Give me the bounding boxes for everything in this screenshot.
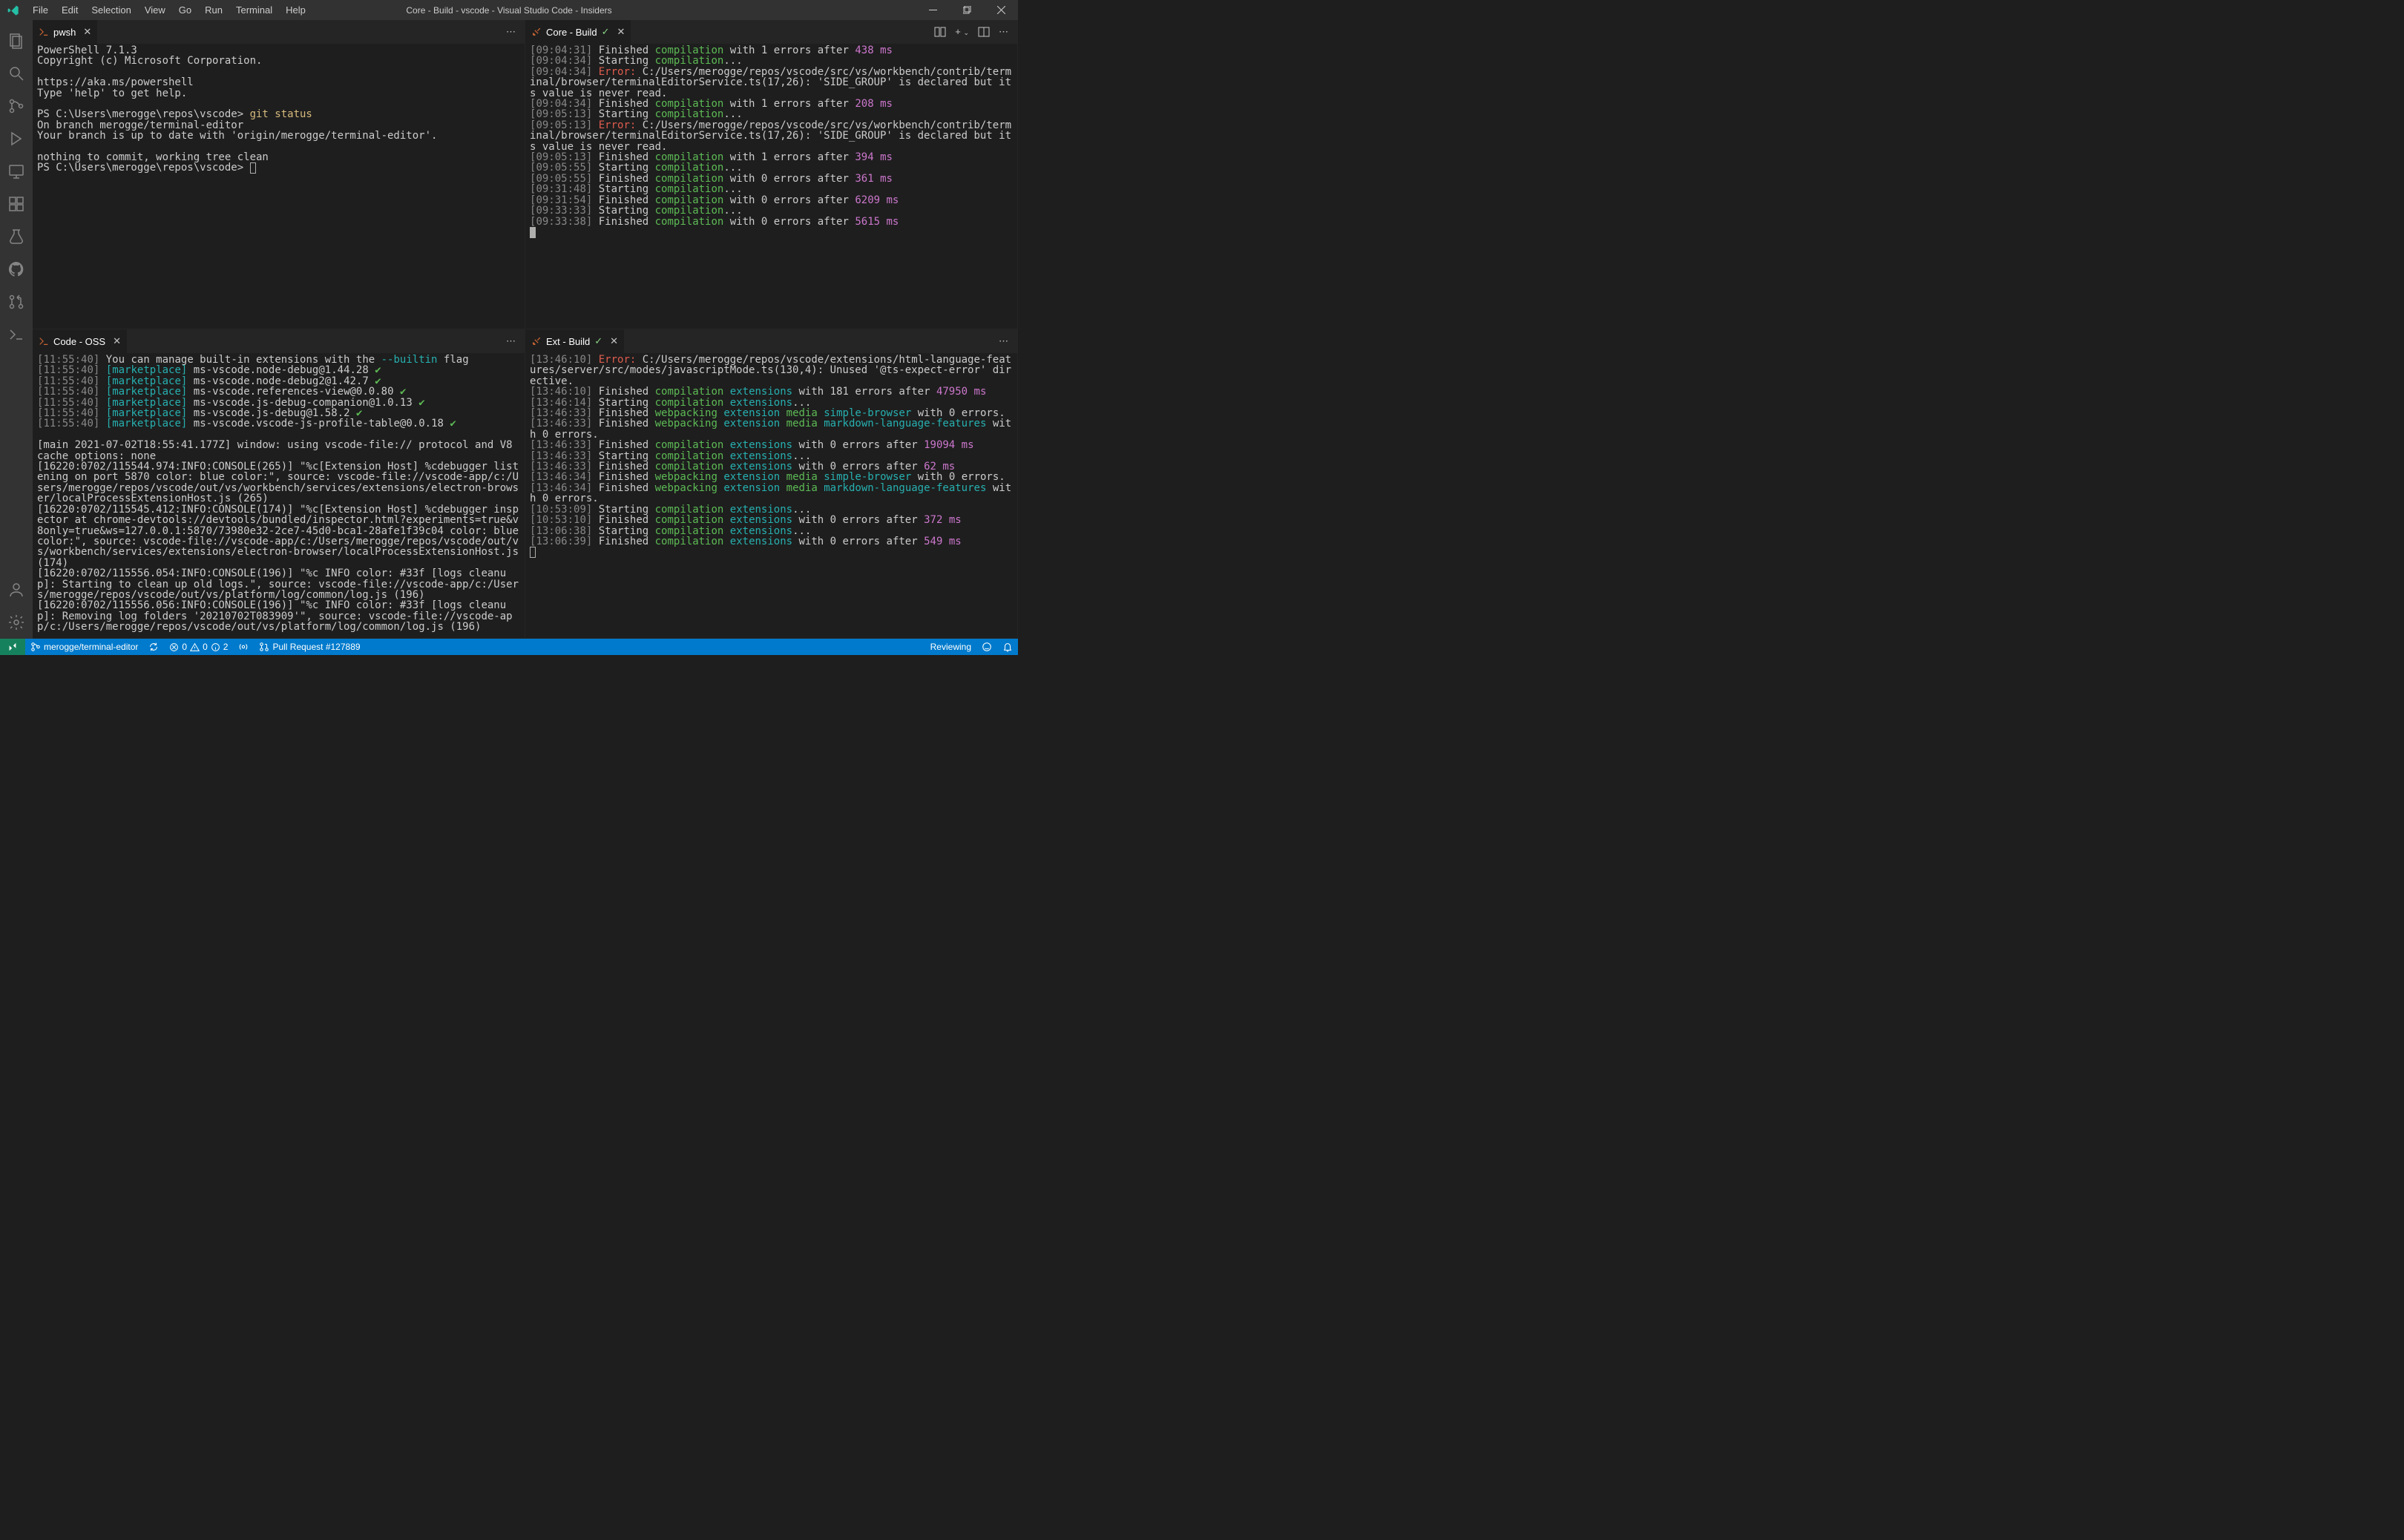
tools-icon	[531, 336, 542, 346]
terminal-pane-pwsh: pwsh ✕ ⋯ PowerShell 7.1.3 Copyright (c) …	[33, 20, 525, 329]
menu-selection[interactable]: Selection	[85, 0, 137, 20]
tabs-bar: Ext - Build ✓ ✕ ⋯	[525, 329, 1017, 353]
tab-label: Ext - Build	[546, 336, 590, 347]
terminal-content[interactable]: [09:04:31] Finished compilation with 1 e…	[525, 44, 1017, 329]
run-debug-icon[interactable]	[0, 122, 33, 155]
terminal-content[interactable]: [13:46:10] Error: C:/Users/merogge/repos…	[525, 353, 1017, 638]
statusbar: merogge/terminal-editor 0 0 2 Pull Reque…	[0, 639, 1018, 655]
more-icon[interactable]: ⋯	[999, 26, 1008, 38]
menu-edit[interactable]: Edit	[55, 0, 85, 20]
terminal-icon	[39, 336, 49, 346]
extensions-icon[interactable]	[0, 188, 33, 220]
terminal-icon	[39, 27, 49, 37]
menu-terminal[interactable]: Terminal	[229, 0, 279, 20]
status-reviewing[interactable]: Reviewing	[925, 642, 976, 652]
status-branch[interactable]: merogge/terminal-editor	[25, 639, 143, 655]
diff-icon[interactable]	[934, 26, 946, 38]
status-sync[interactable]	[143, 639, 164, 655]
tab-label: Core - Build	[546, 27, 597, 38]
menu-view[interactable]: View	[138, 0, 172, 20]
remote-indicator[interactable]	[0, 639, 25, 655]
close-icon[interactable]: ✕	[83, 26, 91, 38]
more-icon[interactable]: ⋯	[999, 335, 1008, 347]
menubar: File Edit Selection View Go Run Terminal…	[0, 0, 1018, 20]
cursor	[530, 547, 536, 558]
more-icon[interactable]: ⋯	[506, 335, 516, 347]
cursor	[530, 227, 536, 238]
accounts-icon[interactable]	[0, 573, 33, 606]
menu-file[interactable]: File	[26, 0, 55, 20]
terminal-activity-icon[interactable]	[0, 318, 33, 351]
terminal-content[interactable]: PowerShell 7.1.3 Copyright (c) Microsoft…	[33, 44, 525, 329]
github-icon[interactable]	[0, 253, 33, 286]
tab-code-oss[interactable]: Code - OSS ✕	[33, 329, 128, 353]
status-broadcast[interactable]	[233, 639, 254, 655]
explorer-icon[interactable]	[0, 24, 33, 57]
window-title: Core - Build - vscode - Visual Studio Co…	[406, 5, 611, 16]
cursor	[250, 162, 256, 174]
more-icon[interactable]: ⋯	[506, 26, 516, 38]
close-icon[interactable]: ✕	[113, 335, 121, 347]
check-icon: ✓	[602, 26, 610, 38]
tab-core-build[interactable]: Core - Build ✓ ✕	[525, 20, 631, 44]
status-pull-request[interactable]: Pull Request #127889	[254, 639, 365, 655]
close-icon[interactable]	[984, 0, 1018, 20]
maximize-icon[interactable]	[950, 0, 984, 20]
search-icon[interactable]	[0, 57, 33, 90]
close-icon[interactable]: ✕	[610, 335, 618, 347]
status-bell-icon[interactable]	[997, 642, 1018, 652]
tabs-bar: pwsh ✕ ⋯	[33, 20, 525, 44]
activitybar	[0, 20, 33, 639]
tools-icon	[531, 27, 542, 37]
menu-run[interactable]: Run	[198, 0, 229, 20]
status-feedback-icon[interactable]	[976, 642, 997, 652]
tab-pwsh[interactable]: pwsh ✕	[33, 20, 98, 44]
new-terminal-icon[interactable]: + ⌄	[955, 26, 969, 38]
close-icon[interactable]: ✕	[617, 26, 625, 38]
tab-ext-build[interactable]: Ext - Build ✓ ✕	[525, 329, 625, 353]
tab-label: pwsh	[53, 27, 76, 38]
menu-go[interactable]: Go	[172, 0, 198, 20]
tabs-bar: Code - OSS ✕ ⋯	[33, 329, 525, 353]
status-problems[interactable]: 0 0 2	[164, 639, 233, 655]
terminal-pane-code-oss: Code - OSS ✕ ⋯ [11:55:40] You can manage…	[33, 329, 525, 639]
tab-label: Code - OSS	[53, 336, 105, 347]
source-control-icon[interactable]	[0, 90, 33, 122]
menu-help[interactable]: Help	[279, 0, 312, 20]
terminal-pane-core-build: Core - Build ✓ ✕ + ⌄ ⋯ [09:04:31] Finish…	[525, 20, 1018, 329]
testing-icon[interactable]	[0, 220, 33, 253]
tabs-bar: Core - Build ✓ ✕ + ⌄ ⋯	[525, 20, 1017, 44]
editor-grid: pwsh ✕ ⋯ PowerShell 7.1.3 Copyright (c) …	[33, 20, 1018, 639]
terminal-content[interactable]: [11:55:40] You can manage built-in exten…	[33, 353, 525, 638]
pull-request-icon[interactable]	[0, 286, 33, 318]
settings-gear-icon[interactable]	[0, 606, 33, 639]
terminal-pane-ext-build: Ext - Build ✓ ✕ ⋯ [13:46:10] Error: C:/U…	[525, 329, 1018, 639]
split-icon[interactable]	[978, 26, 990, 38]
remote-explorer-icon[interactable]	[0, 155, 33, 188]
vscode-logo-icon	[0, 4, 26, 16]
minimize-icon[interactable]	[916, 0, 950, 20]
check-icon: ✓	[594, 335, 602, 347]
